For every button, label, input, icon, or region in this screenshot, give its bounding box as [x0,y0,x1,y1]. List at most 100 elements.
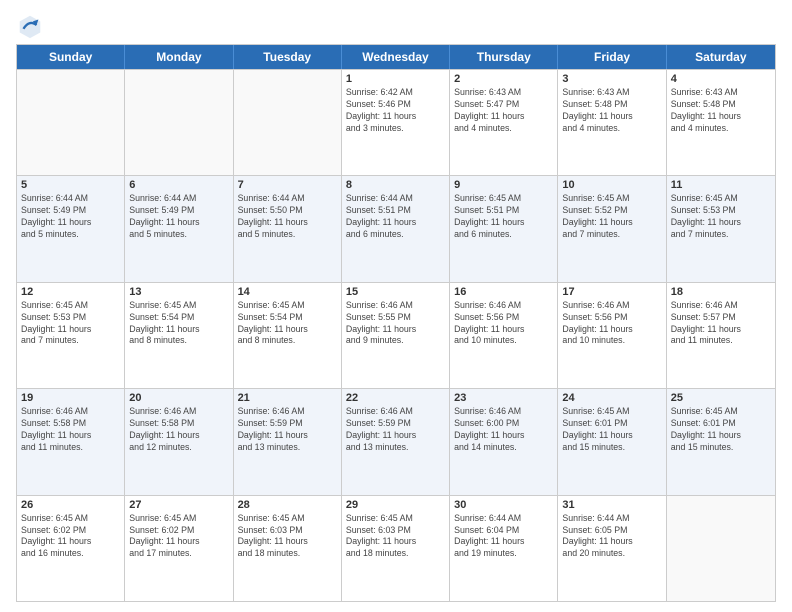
day-info: Sunrise: 6:45 AM Sunset: 6:03 PM Dayligh… [238,513,337,561]
header-day-sunday: Sunday [17,45,125,69]
day-number: 28 [238,499,337,511]
day-number: 13 [129,286,228,298]
calendar-week-4: 19 Sunrise: 6:46 AM Sunset: 5:58 PM Dayli… [17,388,775,494]
header-day-thursday: Thursday [450,45,558,69]
day-number: 15 [346,286,445,298]
day-info: Sunrise: 6:46 AM Sunset: 6:00 PM Dayligh… [454,406,553,454]
day-info: Sunrise: 6:46 AM Sunset: 5:59 PM Dayligh… [238,406,337,454]
day-cell-26: 26Sunrise: 6:45 AM Sunset: 6:02 PM Dayli… [17,496,125,601]
day-info: Sunrise: 6:46 AM Sunset: 5:58 PM Dayligh… [21,406,120,454]
day-cell-27: 27 Sunrise: 6:45 AM Sunset: 6:02 PM Dayli… [125,496,233,601]
empty-cell [667,496,775,601]
calendar-week-3: 12 Sunrise: 6:45 AM Sunset: 5:53 PM Dayli… [17,282,775,388]
day-info: Sunrise: 6:46 AM Sunset: 5:56 PM Dayligh… [454,300,553,348]
header-day-friday: Friday [558,45,666,69]
logo [16,12,46,40]
day-info: Sunrise: 6:44 AM Sunset: 5:49 PM Dayligh… [21,193,120,241]
day-number: 31 [562,499,661,511]
day-cell-30: 30 Sunrise: 6:44 AM Sunset: 6:04 PM Dayli… [450,496,558,601]
page: SundayMondayTuesdayWednesdayThursdayFrid… [0,0,792,612]
day-number: 22 [346,392,445,404]
calendar-body: 1Sunrise: 6:42 AM Sunset: 5:46 PM Daylig… [17,69,775,601]
empty-cell [125,70,233,175]
header-day-wednesday: Wednesday [342,45,450,69]
day-cell-21: 21 Sunrise: 6:46 AM Sunset: 5:59 PM Dayli… [234,389,342,494]
empty-cell [234,70,342,175]
day-number: 14 [238,286,337,298]
day-number: 21 [238,392,337,404]
day-cell-12: 12 Sunrise: 6:45 AM Sunset: 5:53 PM Dayli… [17,283,125,388]
day-number: 11 [671,179,771,191]
day-info: Sunrise: 6:44 AM Sunset: 5:49 PM Dayligh… [129,193,228,241]
calendar-header: SundayMondayTuesdayWednesdayThursdayFrid… [17,45,775,69]
day-number: 26 [21,499,120,511]
day-cell-25: 25Sunrise: 6:45 AM Sunset: 6:01 PM Dayli… [667,389,775,494]
day-cell-19: 19 Sunrise: 6:46 AM Sunset: 5:58 PM Dayli… [17,389,125,494]
day-number: 19 [21,392,120,404]
day-cell-28: 28 Sunrise: 6:45 AM Sunset: 6:03 PM Dayli… [234,496,342,601]
day-number: 2 [454,73,553,85]
day-info: Sunrise: 6:45 AM Sunset: 6:03 PM Dayligh… [346,513,445,561]
day-number: 20 [129,392,228,404]
day-cell-23: 23Sunrise: 6:46 AM Sunset: 6:00 PM Dayli… [450,389,558,494]
day-info: Sunrise: 6:45 AM Sunset: 6:02 PM Dayligh… [129,513,228,561]
day-info: Sunrise: 6:42 AM Sunset: 5:46 PM Dayligh… [346,87,445,135]
day-number: 6 [129,179,228,191]
day-info: Sunrise: 6:44 AM Sunset: 6:05 PM Dayligh… [562,513,661,561]
header [16,12,776,40]
logo-icon [16,12,44,40]
day-info: Sunrise: 6:46 AM Sunset: 5:56 PM Dayligh… [562,300,661,348]
day-cell-31: 31 Sunrise: 6:44 AM Sunset: 6:05 PM Dayli… [558,496,666,601]
day-info: Sunrise: 6:45 AM Sunset: 5:54 PM Dayligh… [238,300,337,348]
day-number: 24 [562,392,661,404]
day-cell-14: 14 Sunrise: 6:45 AM Sunset: 5:54 PM Dayli… [234,283,342,388]
header-day-monday: Monday [125,45,233,69]
day-info: Sunrise: 6:45 AM Sunset: 6:01 PM Dayligh… [562,406,661,454]
day-cell-9: 9 Sunrise: 6:45 AM Sunset: 5:51 PM Daylig… [450,176,558,281]
day-cell-22: 22 Sunrise: 6:46 AM Sunset: 5:59 PM Dayli… [342,389,450,494]
day-info: Sunrise: 6:45 AM Sunset: 5:54 PM Dayligh… [129,300,228,348]
day-cell-10: 10 Sunrise: 6:45 AM Sunset: 5:52 PM Dayli… [558,176,666,281]
day-cell-5: 5 Sunrise: 6:44 AM Sunset: 5:49 PM Daylig… [17,176,125,281]
day-info: Sunrise: 6:44 AM Sunset: 5:50 PM Dayligh… [238,193,337,241]
day-number: 12 [21,286,120,298]
calendar-week-2: 5 Sunrise: 6:44 AM Sunset: 5:49 PM Daylig… [17,175,775,281]
day-cell-29: 29 Sunrise: 6:45 AM Sunset: 6:03 PM Dayli… [342,496,450,601]
day-info: Sunrise: 6:45 AM Sunset: 5:53 PM Dayligh… [671,193,771,241]
day-number: 9 [454,179,553,191]
day-cell-15: 15Sunrise: 6:46 AM Sunset: 5:55 PM Dayli… [342,283,450,388]
day-number: 5 [21,179,120,191]
day-cell-8: 8 Sunrise: 6:44 AM Sunset: 5:51 PM Daylig… [342,176,450,281]
day-info: Sunrise: 6:44 AM Sunset: 6:04 PM Dayligh… [454,513,553,561]
day-info: Sunrise: 6:46 AM Sunset: 5:59 PM Dayligh… [346,406,445,454]
empty-cell [17,70,125,175]
day-number: 10 [562,179,661,191]
header-day-saturday: Saturday [667,45,775,69]
day-cell-20: 20 Sunrise: 6:46 AM Sunset: 5:58 PM Dayli… [125,389,233,494]
day-info: Sunrise: 6:45 AM Sunset: 5:51 PM Dayligh… [454,193,553,241]
day-cell-16: 16Sunrise: 6:46 AM Sunset: 5:56 PM Dayli… [450,283,558,388]
day-number: 8 [346,179,445,191]
day-number: 7 [238,179,337,191]
day-number: 4 [671,73,771,85]
day-number: 30 [454,499,553,511]
day-cell-7: 7 Sunrise: 6:44 AM Sunset: 5:50 PM Daylig… [234,176,342,281]
day-info: Sunrise: 6:44 AM Sunset: 5:51 PM Dayligh… [346,193,445,241]
calendar-week-5: 26 Sunrise: 6:45 AM Sunset: 6:02 PM Dayli… [17,495,775,601]
day-cell-3: 3Sunrise: 6:43 AM Sunset: 5:48 PM Daylig… [558,70,666,175]
day-cell-24: 24 Sunrise: 6:45 AM Sunset: 6:01 PM Dayli… [558,389,666,494]
day-number: 25 [671,392,771,404]
day-cell-11: 11 Sunrise: 6:45 AM Sunset: 5:53 PM Dayli… [667,176,775,281]
day-number: 17 [562,286,661,298]
day-number: 18 [671,286,771,298]
day-cell-6: 6 Sunrise: 6:44 AM Sunset: 5:49 PM Daylig… [125,176,233,281]
day-number: 29 [346,499,445,511]
day-number: 27 [129,499,228,511]
day-cell-13: 13 Sunrise: 6:45 AM Sunset: 5:54 PM Dayli… [125,283,233,388]
day-info: Sunrise: 6:45 AM Sunset: 5:53 PM Dayligh… [21,300,120,348]
header-day-tuesday: Tuesday [234,45,342,69]
day-info: Sunrise: 6:46 AM Sunset: 5:58 PM Dayligh… [129,406,228,454]
day-info: Sunrise: 6:45 AM Sunset: 5:52 PM Dayligh… [562,193,661,241]
day-info: Sunrise: 6:43 AM Sunset: 5:48 PM Dayligh… [562,87,661,135]
day-cell-17: 17 Sunrise: 6:46 AM Sunset: 5:56 PM Dayli… [558,283,666,388]
